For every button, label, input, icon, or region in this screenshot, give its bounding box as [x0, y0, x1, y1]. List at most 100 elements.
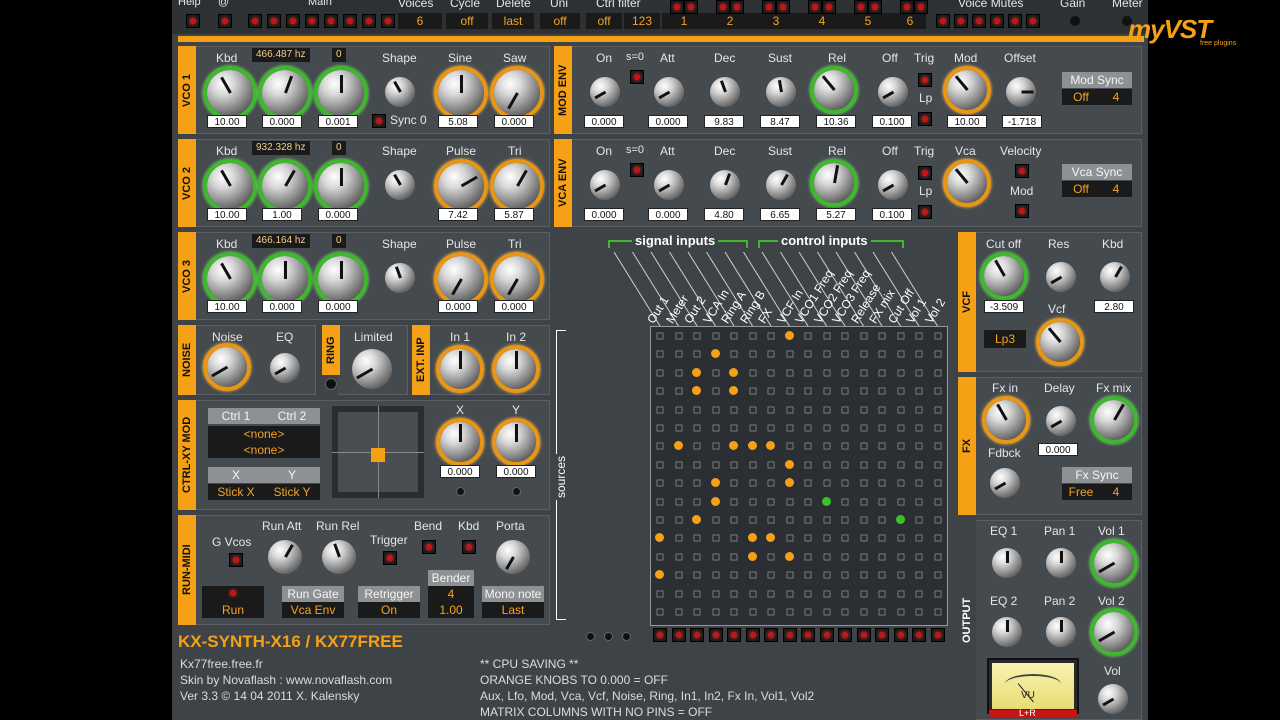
- matrix-cell[interactable]: [860, 516, 867, 524]
- matrix-cell[interactable]: [897, 590, 904, 597]
- main-button-5[interactable]: [324, 14, 338, 28]
- main-button-1[interactable]: [248, 14, 262, 28]
- matrix-cell[interactable]: [730, 571, 738, 579]
- matrix-cell[interactable]: [878, 553, 886, 561]
- vcaenv-trig-button[interactable]: [918, 166, 932, 180]
- ring-limited-knob[interactable]: [352, 349, 392, 389]
- vcaenv-mod-button[interactable]: [1015, 204, 1029, 218]
- matrix-cell[interactable]: [693, 351, 701, 358]
- fx-mix-knob[interactable]: [1090, 396, 1138, 444]
- vco3-kbd-knob[interactable]: [203, 252, 257, 306]
- cycle-value[interactable]: off: [446, 13, 488, 29]
- matrix-cell[interactable]: [841, 571, 849, 579]
- matrix-cell[interactable]: [675, 516, 682, 524]
- matrix-cell[interactable]: [730, 516, 738, 524]
- matrix-cell[interactable]: [767, 387, 775, 395]
- matrix-cell[interactable]: [712, 590, 719, 597]
- matrix-column-enable-3[interactable]: [690, 628, 704, 642]
- matrix-cell[interactable]: [656, 351, 664, 358]
- run-value[interactable]: Run: [202, 602, 264, 618]
- matrix-cell[interactable]: [656, 553, 664, 561]
- matrix-cell[interactable]: [897, 498, 904, 505]
- vco3-value-4[interactable]: 0.000: [438, 300, 478, 313]
- modenv-rel-knob[interactable]: [810, 66, 858, 114]
- modenv-value-7[interactable]: 10.00: [947, 115, 987, 128]
- matrix-cell[interactable]: [860, 461, 867, 469]
- matrix-cell[interactable]: [915, 498, 923, 505]
- in2-knob[interactable]: [492, 345, 540, 393]
- matrix-cell[interactable]: [675, 535, 682, 542]
- matrix-jack-1[interactable]: [586, 632, 595, 641]
- matrix-cell[interactable]: [915, 351, 923, 358]
- matrix-cell[interactable]: [804, 387, 812, 395]
- matrix-cell[interactable]: [897, 571, 904, 579]
- matrix-cell[interactable]: [675, 351, 682, 358]
- mute-4-label[interactable]: 4: [800, 13, 844, 29]
- matrix-cell[interactable]: [897, 479, 904, 487]
- vco1-shape-knob[interactable]: [385, 77, 415, 107]
- xy-stick-x-value[interactable]: Stick X: [208, 484, 264, 500]
- matrix-pin[interactable]: [729, 367, 738, 377]
- noise-knob[interactable]: [203, 343, 251, 391]
- retrigger-tab[interactable]: Retrigger: [358, 586, 420, 602]
- matrix-cell[interactable]: [860, 332, 867, 340]
- filter-led-3a[interactable]: [762, 0, 776, 14]
- matrix-cell[interactable]: [804, 351, 812, 358]
- matrix-cell[interactable]: [841, 351, 849, 358]
- matrix-cell[interactable]: [934, 516, 941, 524]
- eq2-knob[interactable]: [992, 617, 1022, 647]
- modenv-s0-button[interactable]: [630, 70, 644, 84]
- matrix-pin[interactable]: [784, 551, 794, 561]
- matrix-cell[interactable]: [730, 590, 738, 597]
- mute-1-label[interactable]: 1: [662, 13, 706, 29]
- matrix-cell[interactable]: [934, 608, 941, 616]
- fx-sync-value[interactable]: Free: [1062, 484, 1100, 500]
- matrix-cell[interactable]: [675, 369, 682, 377]
- vco3-tune-knob[interactable]: [258, 252, 312, 306]
- voice-mute-2[interactable]: [954, 14, 968, 28]
- help-button[interactable]: [186, 14, 200, 28]
- matrix-cell[interactable]: [693, 443, 701, 450]
- matrix-cell[interactable]: [786, 351, 793, 358]
- modenv-off-knob[interactable]: [878, 77, 908, 107]
- noise-eq-knob[interactable]: [270, 353, 300, 383]
- matrix-column-enable-4[interactable]: [708, 628, 723, 642]
- matrix-cell[interactable]: [693, 608, 701, 616]
- vco1-sync-button[interactable]: [372, 114, 386, 128]
- xy-pad[interactable]: [332, 406, 424, 498]
- matrix-cell[interactable]: [656, 608, 664, 616]
- matrix-cell[interactable]: [878, 571, 886, 579]
- xy-y-tab[interactable]: Y: [264, 467, 320, 483]
- vcf-kbd-value[interactable]: 2.80: [1094, 300, 1134, 313]
- filter-led-1a[interactable]: [670, 0, 684, 14]
- vcf-vcf-knob[interactable]: [1036, 318, 1084, 366]
- xy-x-value[interactable]: 0.000: [440, 465, 480, 478]
- vol-knob[interactable]: [1098, 684, 1128, 714]
- xy-x-jack[interactable]: [456, 487, 465, 496]
- main-button-8[interactable]: [381, 14, 395, 28]
- vcaenv-value-6[interactable]: 0.100: [872, 208, 912, 221]
- matrix-cell[interactable]: [934, 535, 941, 542]
- matrix-cell[interactable]: [804, 590, 812, 597]
- mod-sync-tab[interactable]: Mod Sync: [1062, 72, 1132, 88]
- matrix-cell[interactable]: [804, 479, 812, 487]
- fx-sync-number[interactable]: 4: [1100, 484, 1132, 500]
- matrix-cell[interactable]: [749, 406, 756, 413]
- modenv-att-knob[interactable]: [654, 77, 684, 107]
- vco1-kbd-knob[interactable]: [203, 66, 257, 120]
- matrix-cell[interactable]: [860, 590, 867, 597]
- mute-2-label[interactable]: 2: [708, 13, 752, 29]
- matrix-cell[interactable]: [878, 590, 886, 597]
- matrix-pin[interactable]: [692, 367, 701, 377]
- vco1-fine-knob[interactable]: [314, 66, 368, 120]
- vcaenv-s0-button[interactable]: [630, 163, 644, 177]
- matrix-cell[interactable]: [860, 535, 867, 542]
- matrix-cell[interactable]: [656, 424, 664, 432]
- vol2-knob[interactable]: [1090, 608, 1138, 656]
- modenv-value-3[interactable]: 9.83: [704, 115, 744, 128]
- voice-mute-5[interactable]: [1008, 14, 1022, 28]
- matrix-cell[interactable]: [730, 479, 738, 487]
- vco2-value-2[interactable]: 1.00: [262, 208, 302, 221]
- main-button-3[interactable]: [286, 14, 300, 28]
- matrix-cell[interactable]: [860, 406, 867, 413]
